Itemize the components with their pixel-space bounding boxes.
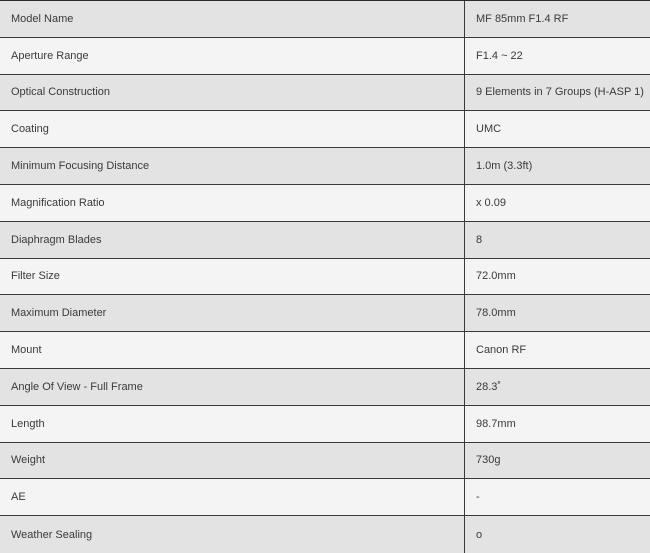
spec-label: Length <box>0 405 465 442</box>
spec-label: Maximum Diameter <box>0 295 465 332</box>
spec-label: Optical Construction <box>0 74 465 111</box>
spec-row-optical-construction: Optical Construction 9 Elements in 7 Gro… <box>0 74 650 112</box>
spec-row-magnification-ratio: Magnification Ratio x 0.09 <box>0 184 650 222</box>
spec-label: Model Name <box>0 1 465 37</box>
spec-label: Magnification Ratio <box>0 184 465 221</box>
spec-label: Minimum Focusing Distance <box>0 148 465 184</box>
spec-value: MF 85mm F1.4 RF <box>476 12 569 25</box>
spec-label: Coating <box>0 111 465 148</box>
spec-value: F1.4 ~ 22 <box>476 49 523 62</box>
spec-row-weight: Weight 730g <box>0 442 650 480</box>
spec-label: Mount <box>0 332 465 368</box>
spec-label: Filter Size <box>0 258 465 295</box>
spec-row-weather-sealing: Weather Sealing o <box>0 516 650 553</box>
spec-row-maximum-diameter: Maximum Diameter 78.0mm <box>0 295 650 333</box>
spec-row-length: Length 98.7mm <box>0 405 650 443</box>
spec-value: x 0.09 <box>476 196 506 209</box>
spec-value: 98.7mm <box>476 417 516 430</box>
spec-value: 72.0mm <box>476 270 516 283</box>
spec-value: 9 Elements in 7 Groups (H-ASP 1) <box>476 86 644 99</box>
spec-row-angle-of-view: Angle Of View - Full Frame 28.3˚ <box>0 368 650 406</box>
spec-row-aperture-range: Aperture Range F1.4 ~ 22 <box>0 37 650 75</box>
spec-row-mount: Mount Canon RF <box>0 332 650 369</box>
spec-label: Weather Sealing <box>0 516 465 553</box>
spec-row-minimum-focusing-distance: Minimum Focusing Distance 1.0m (3.3ft) <box>0 148 650 185</box>
spec-label: Aperture Range <box>0 37 465 74</box>
spec-value: UMC <box>476 123 502 136</box>
spec-value: Canon RF <box>476 344 527 357</box>
spec-label: AE <box>0 479 465 516</box>
spec-value: 1.0m (3.3ft) <box>476 160 533 173</box>
spec-label: Angle Of View - Full Frame <box>0 368 465 405</box>
spec-table: Model Name MF 85mm F1.4 RF Aperture Rang… <box>0 0 650 553</box>
spec-label: Diaphragm Blades <box>0 221 465 258</box>
spec-row-filter-size: Filter Size 72.0mm <box>0 258 650 296</box>
spec-value: 28.3˚ <box>476 380 502 393</box>
spec-label: Weight <box>0 442 465 479</box>
spec-value: 730g <box>476 454 501 467</box>
spec-row-ae: AE - <box>0 479 650 517</box>
spec-value: 78.0mm <box>476 307 516 320</box>
spec-row-coating: Coating UMC <box>0 111 650 149</box>
spec-row-model-name: Model Name MF 85mm F1.4 RF <box>0 1 650 38</box>
spec-row-diaphragm-blades: Diaphragm Blades 8 <box>0 221 650 259</box>
spec-value: 8 <box>476 233 483 246</box>
spec-value: o <box>476 528 483 541</box>
spec-value: - <box>476 491 480 504</box>
